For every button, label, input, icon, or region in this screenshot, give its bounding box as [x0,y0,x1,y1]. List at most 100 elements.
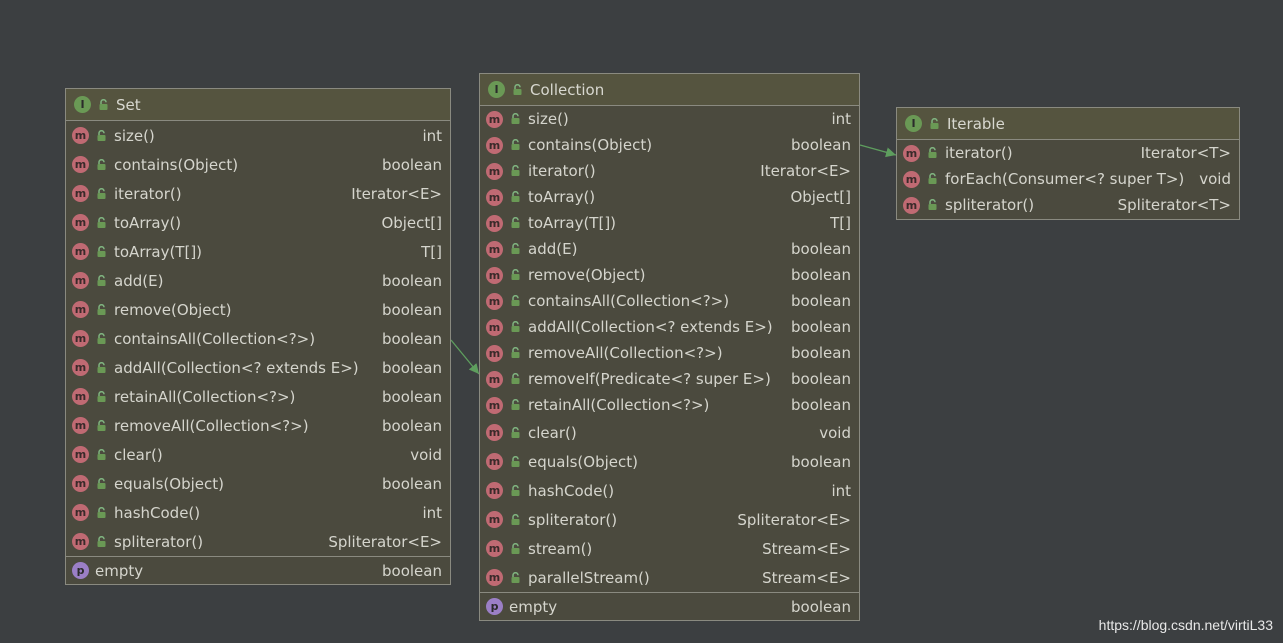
method-row[interactable]: m retainAll(Collection<?>) boolean [66,382,450,411]
method-name: clear() [528,423,577,442]
method-return-type: Spliterator<E> [737,510,851,529]
method-name: toArray() [114,213,182,232]
method-row[interactable]: m add(E) boolean [480,236,859,262]
method-name: equals(Object) [114,474,224,493]
method-row[interactable]: m clear() void [480,418,859,447]
method-icon: m [72,388,89,405]
method-row[interactable]: m toArray(T[]) T[] [480,210,859,236]
method-name: remove(Object) [528,266,646,284]
method-row[interactable]: m remove(Object) boolean [480,262,859,288]
method-row[interactable]: m parallelStream() Stream<E> [480,563,859,592]
method-row[interactable]: m addAll(Collection<? extends E>) boolean [480,314,859,340]
method-row[interactable]: m containsAll(Collection<?>) boolean [66,324,450,353]
method-icon: m [486,292,503,310]
method-return-type: boolean [791,344,851,362]
public-lock-icon [96,98,110,112]
method-row[interactable]: m removeIf(Predicate<? super E>) boolean [480,366,859,392]
method-row[interactable]: m toArray() Object[] [480,184,859,210]
public-lock-icon [94,274,108,288]
method-row[interactable]: m spliterator() Spliterator<T> [897,192,1239,218]
method-row[interactable]: m hashCode() int [66,498,450,527]
method-icon: m [486,540,503,557]
method-row[interactable]: m toArray(T[]) T[] [66,237,450,266]
method-row[interactable]: m spliterator() Spliterator<E> [480,505,859,534]
method-icon: m [486,240,503,258]
field-name: empty [95,561,144,580]
method-name: toArray(T[]) [114,242,203,261]
set-header[interactable]: I Set [66,89,450,121]
method-row[interactable]: m removeAll(Collection<?>) boolean [66,411,450,440]
method-name: size() [528,110,569,128]
method-icon: m [72,127,89,144]
method-name: toArray() [528,188,596,206]
method-row[interactable]: m iterator() Iterator<E> [480,158,859,184]
method-name: spliterator() [945,196,1035,214]
method-row[interactable]: m spliterator() Spliterator<E> [66,527,450,556]
public-lock-icon [508,164,522,178]
method-row[interactable]: m size() int [480,106,859,132]
property-icon: p [486,598,503,615]
method-name: contains(Object) [114,155,239,174]
method-row[interactable]: m size() int [66,121,450,150]
method-return-type: boolean [382,271,442,290]
public-lock-icon [508,484,522,498]
set-fields-section: p empty boolean [66,556,450,584]
public-lock-icon [508,513,522,527]
method-name: containsAll(Collection<?>) [114,329,316,348]
public-lock-icon [94,448,108,462]
public-lock-icon [508,112,522,126]
method-name: add(E) [114,271,164,290]
method-row[interactable]: m equals(Object) boolean [480,447,859,476]
method-return-type: Iterator<E> [760,162,851,180]
method-icon: m [72,185,89,202]
method-icon: m [72,301,89,318]
method-row[interactable]: m equals(Object) boolean [66,469,450,498]
public-lock-icon [94,303,108,317]
field-row[interactable]: p empty boolean [480,593,859,620]
method-icon: m [486,569,503,586]
method-name: add(E) [528,240,578,258]
method-return-type: void [410,445,442,464]
public-lock-icon [94,361,108,375]
method-row[interactable]: m add(E) boolean [66,266,450,295]
public-lock-icon [94,158,108,172]
method-name: addAll(Collection<? extends E>) [114,358,359,377]
public-lock-icon [508,426,522,440]
collection-title: Collection [530,80,605,99]
method-row[interactable]: m contains(Object) boolean [480,132,859,158]
method-row[interactable]: m forEach(Consumer<? super T>) void [897,166,1239,192]
public-lock-icon [94,419,108,433]
method-row[interactable]: m stream() Stream<E> [480,534,859,563]
method-row[interactable]: m containsAll(Collection<?>) boolean [480,288,859,314]
method-row[interactable]: m iterator() Iterator<T> [897,140,1239,166]
public-lock-icon [508,190,522,204]
method-name: stream() [528,539,593,558]
method-row[interactable]: m retainAll(Collection<?>) boolean [480,392,859,418]
method-name: removeAll(Collection<?>) [528,344,723,362]
method-row[interactable]: m hashCode() int [480,476,859,505]
method-row[interactable]: m clear() void [66,440,450,469]
collection-interface-node[interactable]: I Collection m size() int m contains(Object) bo… [479,73,860,621]
field-name: empty [509,597,558,616]
collection-header[interactable]: I Collection [480,74,859,106]
method-name: remove(Object) [114,300,232,319]
method-icon: m [72,156,89,173]
method-row[interactable]: m iterator() Iterator<E> [66,179,450,208]
method-row[interactable]: m removeAll(Collection<?>) boolean [480,340,859,366]
method-return-type: boolean [791,240,851,258]
method-row[interactable]: m remove(Object) boolean [66,295,450,324]
iterable-interface-node[interactable]: I Iterable m iterator() Iterator<T> m forEach(… [896,107,1240,220]
field-row[interactable]: p empty boolean [66,557,450,584]
method-row[interactable]: m toArray() Object[] [66,208,450,237]
method-row[interactable]: m addAll(Collection<? extends E>) boolean [66,353,450,382]
method-icon: m [72,243,89,260]
method-row[interactable]: m contains(Object) boolean [66,150,450,179]
method-return-type: boolean [382,155,442,174]
public-lock-icon [94,187,108,201]
method-icon: m [486,136,503,154]
interface-icon: I [488,81,505,98]
set-interface-node[interactable]: I Set m size() int m contains(Object) boolean m i… [65,88,451,585]
iterable-header[interactable]: I Iterable [897,108,1239,140]
method-return-type: boolean [382,416,442,435]
interface-icon: I [905,115,922,132]
